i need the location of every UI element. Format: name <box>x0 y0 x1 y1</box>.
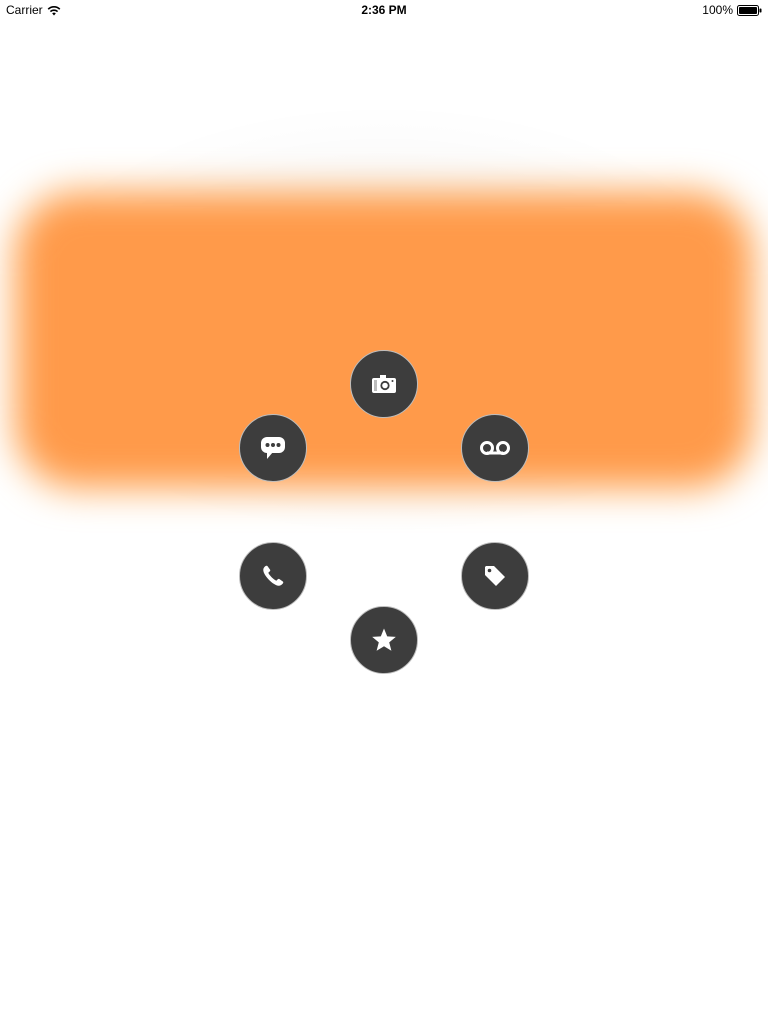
chat-bubble-icon <box>260 436 286 460</box>
battery-icon <box>737 4 762 16</box>
camera-button[interactable] <box>350 350 418 418</box>
message-button[interactable] <box>239 414 307 482</box>
voicemail-icon <box>479 440 511 456</box>
tag-icon <box>483 564 507 588</box>
phone-icon <box>261 564 285 588</box>
voicemail-button[interactable] <box>461 414 529 482</box>
app-screen: Carrier 2:36 PM 100% <box>0 0 768 1024</box>
battery-group: 100% <box>702 3 762 17</box>
blurred-card <box>18 195 750 485</box>
status-bar: Carrier 2:36 PM 100% <box>0 0 768 20</box>
tag-button[interactable] <box>461 542 529 610</box>
battery-percent: 100% <box>702 3 733 17</box>
camera-icon <box>371 374 397 394</box>
status-time: 2:36 PM <box>361 3 407 17</box>
favorite-button[interactable] <box>350 606 418 674</box>
star-icon <box>371 627 397 653</box>
phone-button[interactable] <box>239 542 307 610</box>
